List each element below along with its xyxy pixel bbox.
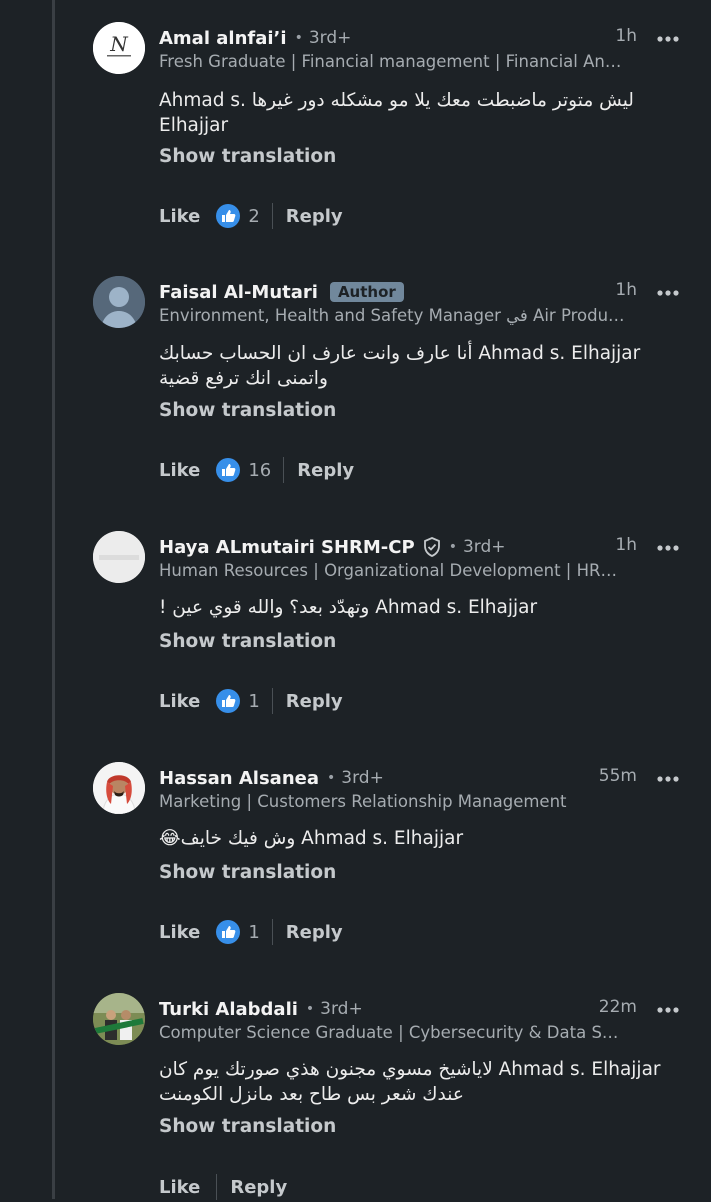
author-name[interactable]: Turki Alabdali bbox=[159, 999, 298, 1020]
like-reaction-icon bbox=[216, 920, 241, 944]
verified-shield-icon bbox=[423, 537, 441, 557]
author-headline: Human Resources | Organizational Develop… bbox=[159, 561, 617, 580]
comment-text: Ahmad s. Elhajjar وش فيك خايف😂 bbox=[159, 828, 464, 849]
comment-text: ليش متوتر ماضبطت معك يلا مو مشكله دور غي… bbox=[159, 90, 634, 136]
avatar[interactable] bbox=[93, 993, 145, 1045]
author-name[interactable]: Hassan Alsanea bbox=[159, 768, 319, 789]
comment-item: Turki Alabdali • 3rd+ 22m Computer Scien… bbox=[0, 993, 711, 1202]
author-name[interactable]: Amal alnfai’i bbox=[159, 28, 287, 49]
comment-actions: Like 1 Reply bbox=[159, 917, 343, 947]
like-button[interactable]: Like bbox=[159, 1177, 200, 1198]
avatar[interactable] bbox=[93, 762, 145, 814]
author-badge: Author bbox=[329, 282, 404, 302]
more-options-icon[interactable] bbox=[657, 1007, 679, 1013]
divider bbox=[271, 203, 273, 229]
author-row: Hassan Alsanea • 3rd+ bbox=[159, 764, 384, 792]
like-count[interactable]: 16 bbox=[248, 460, 271, 481]
reply-button[interactable]: Reply bbox=[230, 1177, 287, 1198]
author-row: Haya ALmutairi SHRM-CP • 3rd+ bbox=[159, 533, 506, 561]
comment-item: Haya ALmutairi SHRM-CP • 3rd+ 1h Human R… bbox=[0, 531, 711, 731]
show-translation-button[interactable]: Show translation bbox=[159, 400, 336, 421]
like-button[interactable]: Like bbox=[159, 460, 200, 481]
blank-avatar bbox=[93, 531, 145, 583]
like-button[interactable]: Like bbox=[159, 922, 200, 943]
more-options-icon[interactable] bbox=[657, 776, 679, 782]
comment-actions: Like Reply bbox=[159, 1172, 287, 1202]
svg-text:N: N bbox=[109, 32, 129, 56]
comment-actions: Like 16 Reply bbox=[159, 455, 354, 485]
avatar[interactable] bbox=[93, 531, 145, 583]
comment-item: Faisal Al-Mutari Author 1h Environment, … bbox=[0, 276, 711, 496]
show-translation-button[interactable]: Show translation bbox=[159, 631, 336, 652]
author-headline: Marketing | Customers Relationship Manag… bbox=[159, 792, 567, 811]
comment-actions: Like 1 Reply bbox=[159, 686, 343, 716]
comment-item: Hassan Alsanea • 3rd+ 55m Marketing | Cu… bbox=[0, 762, 711, 962]
author-row: Amal alnfai’i • 3rd+ bbox=[159, 24, 351, 52]
like-reaction-icon bbox=[216, 204, 241, 228]
more-options-icon[interactable] bbox=[657, 545, 679, 551]
divider bbox=[283, 457, 285, 483]
reply-button[interactable]: Reply bbox=[286, 922, 343, 943]
like-button[interactable]: Like bbox=[159, 691, 200, 712]
timestamp: 22m bbox=[598, 997, 637, 1017]
divider bbox=[271, 688, 273, 714]
divider bbox=[216, 1174, 218, 1200]
more-options-icon[interactable] bbox=[657, 290, 679, 296]
like-reaction-icon bbox=[216, 689, 241, 713]
timestamp: 1h bbox=[615, 535, 637, 555]
timestamp: 1h bbox=[615, 280, 637, 300]
connection-degree: 3rd+ bbox=[308, 28, 352, 48]
divider bbox=[271, 919, 273, 945]
avatar[interactable]: N bbox=[93, 22, 145, 74]
show-translation-button[interactable]: Show translation bbox=[159, 146, 336, 167]
author-name[interactable]: Haya ALmutairi SHRM-CP bbox=[159, 537, 415, 558]
separator-dot: • bbox=[448, 539, 457, 555]
comment-item: N Amal alnfai’i • 3rd+ 1h Fresh Graduate… bbox=[0, 22, 711, 242]
connection-degree: 3rd+ bbox=[341, 768, 384, 788]
person-photo bbox=[93, 762, 145, 814]
author-row: Faisal Al-Mutari Author bbox=[159, 278, 404, 306]
timestamp: 1h bbox=[615, 26, 637, 46]
like-count[interactable]: 2 bbox=[248, 206, 259, 227]
group-photo bbox=[93, 993, 145, 1045]
reply-button[interactable]: Reply bbox=[286, 691, 343, 712]
connection-degree: 3rd+ bbox=[462, 537, 506, 557]
comment-text: Ahmad s. Elhajjar أنا عارف وانت عارف ان … bbox=[159, 343, 641, 389]
separator-dot: • bbox=[327, 770, 336, 786]
like-reaction-icon bbox=[216, 458, 241, 482]
logo-icon: N bbox=[93, 22, 145, 74]
comment-actions: Like 2 Reply bbox=[159, 201, 343, 231]
author-headline: Environment, Health and Safety Manager ف… bbox=[159, 306, 625, 325]
separator-dot: • bbox=[294, 30, 303, 46]
author-headline: Fresh Graduate | Financial management | … bbox=[159, 52, 622, 71]
show-translation-button[interactable]: Show translation bbox=[159, 1116, 336, 1137]
reply-button[interactable]: Reply bbox=[297, 460, 354, 481]
author-name[interactable]: Faisal Al-Mutari bbox=[159, 282, 318, 303]
more-options-icon[interactable] bbox=[657, 36, 679, 42]
separator-dot: • bbox=[305, 1001, 315, 1017]
avatar[interactable] bbox=[93, 276, 145, 328]
author-headline: Computer Science Graduate | Cybersecurit… bbox=[159, 1023, 619, 1042]
comment-text: Ahmad s. Elhajjar لاياشيخ مسوي مجنون هذي… bbox=[159, 1059, 661, 1105]
author-row: Turki Alabdali • 3rd+ bbox=[159, 995, 363, 1023]
like-count[interactable]: 1 bbox=[248, 691, 259, 712]
timestamp: 55m bbox=[598, 766, 637, 786]
like-count[interactable]: 1 bbox=[248, 922, 259, 943]
show-translation-button[interactable]: Show translation bbox=[159, 862, 336, 883]
default-person-icon bbox=[93, 276, 145, 328]
comment-text: Ahmad s. Elhajjar وتهدّد بعد؟ والله قوي … bbox=[159, 597, 538, 618]
reply-button[interactable]: Reply bbox=[286, 206, 343, 227]
connection-degree: 3rd+ bbox=[320, 999, 363, 1019]
like-button[interactable]: Like bbox=[159, 206, 200, 227]
